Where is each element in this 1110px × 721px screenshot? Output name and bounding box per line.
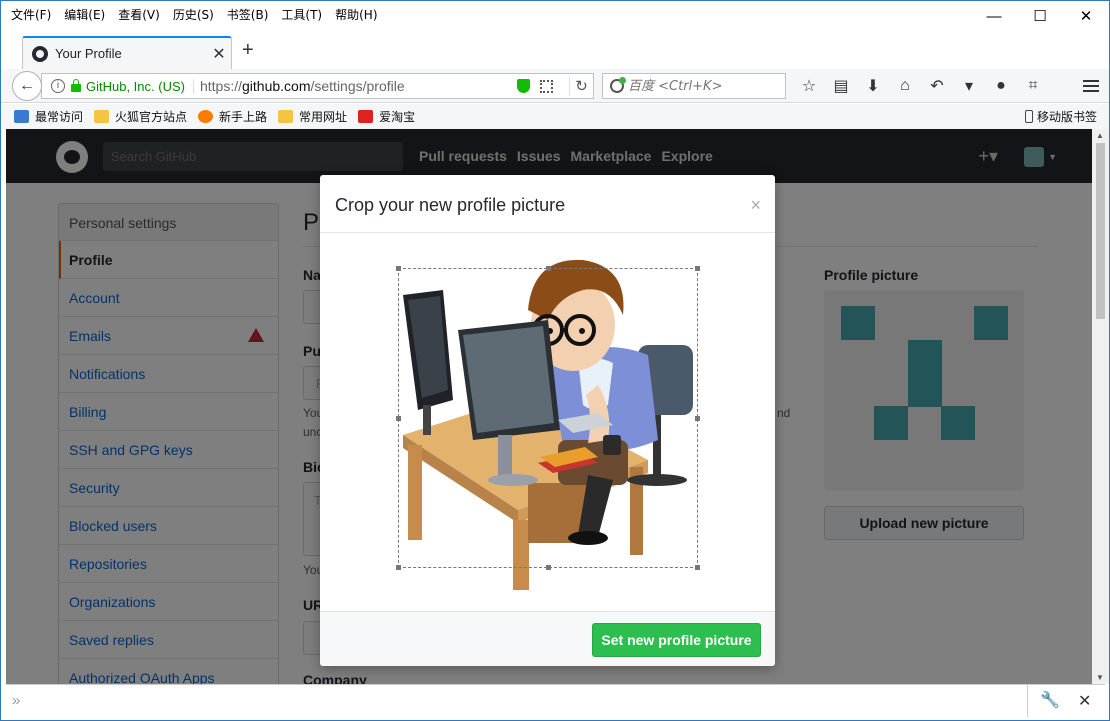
lock-icon — [71, 79, 81, 92]
vertical-scrollbar[interactable]: ▲ ▼ — [1092, 129, 1109, 684]
dropdown-chevron-icon[interactable]: ▾ — [953, 76, 985, 96]
crop-selection-box[interactable] — [396, 266, 700, 570]
crop-dialog: Crop your new profile picture × Set new … — [320, 175, 775, 666]
set-profile-picture-button[interactable]: Set new profile picture — [592, 623, 761, 657]
wrench-icon[interactable]: 🔧 — [1040, 690, 1060, 710]
bookmark-item[interactable]: 最常访问 — [14, 108, 83, 125]
crop-handle[interactable] — [695, 266, 700, 271]
taobao-icon — [358, 110, 374, 123]
phone-icon — [1024, 110, 1033, 123]
bookmark-item[interactable]: 常用网址 — [278, 108, 347, 125]
scroll-down-icon[interactable]: ▼ — [1096, 673, 1104, 682]
new-tab-button[interactable]: + — [242, 39, 254, 62]
divider — [1027, 685, 1028, 717]
qr-code-icon[interactable] — [540, 79, 553, 93]
dialog-title: Crop your new profile picture — [335, 195, 566, 215]
menu-help[interactable]: 帮助(H) — [335, 6, 377, 23]
crop-handle[interactable] — [396, 565, 401, 570]
close-icon[interactable]: ✕ — [1078, 691, 1091, 711]
shield-icon[interactable] — [517, 79, 530, 93]
tab-strip: Your Profile ✕ + — [1, 27, 1109, 69]
reading-list-icon[interactable]: ▤ — [825, 76, 857, 96]
github-favicon-icon — [32, 45, 48, 62]
menu-history[interactable]: 历史(S) — [173, 6, 214, 23]
crop-handle[interactable] — [546, 266, 551, 271]
search-bar[interactable] — [602, 73, 786, 99]
menu-bookmarks[interactable]: 书签(B) — [227, 6, 269, 23]
menu-file[interactable]: 文件(F) — [11, 6, 51, 23]
search-engine-icon — [610, 77, 626, 93]
developer-toolbar: » 🔧 ✕ — [6, 684, 1105, 717]
bookmark-item[interactable]: 火狐官方站点 — [94, 108, 187, 125]
dialog-header: Crop your new profile picture × — [320, 175, 775, 233]
menu-edit[interactable]: 编辑(E) — [64, 6, 105, 23]
menu-tools[interactable]: 工具(T) — [281, 6, 322, 23]
search-input[interactable] — [628, 78, 778, 94]
folder-icon — [278, 110, 294, 123]
tab-close-icon[interactable]: ✕ — [207, 44, 231, 64]
crop-handle[interactable] — [546, 565, 551, 570]
menu-bar: 文件(F) 编辑(E) 查看(V) 历史(S) 书签(B) 工具(T) 帮助(H… — [1, 1, 1109, 27]
reload-icon[interactable]: ↻ — [569, 77, 593, 95]
tab-your-profile[interactable]: Your Profile ✕ — [22, 36, 232, 69]
crop-handle[interactable] — [396, 266, 401, 271]
firefox-icon — [198, 110, 214, 123]
crop-handle[interactable] — [695, 565, 700, 570]
crop-handle[interactable] — [396, 416, 401, 421]
screenshot-crop-icon[interactable]: ⌗ — [1017, 77, 1049, 95]
navigation-bar: i GitHub, Inc. (US) https://github.com/s… — [1, 69, 1109, 103]
scroll-up-icon[interactable]: ▲ — [1096, 131, 1104, 140]
dialog-footer: Set new profile picture — [320, 611, 775, 666]
hamburger-menu-icon[interactable] — [1083, 77, 1099, 93]
menu-view[interactable]: 查看(V) — [118, 6, 160, 23]
scrollbar-thumb[interactable] — [1096, 143, 1105, 319]
chat-icon[interactable]: ● — [985, 77, 1017, 95]
download-icon[interactable]: ⬇ — [857, 76, 889, 96]
info-icon[interactable]: i — [51, 79, 65, 93]
most-visited-icon — [14, 110, 29, 123]
url-bar[interactable]: i GitHub, Inc. (US) https://github.com/s… — [41, 73, 594, 99]
bookmark-item[interactable]: 新手上路 — [198, 108, 267, 125]
bookmark-item[interactable]: 爱淘宝 — [358, 108, 415, 125]
mobile-bookmarks[interactable]: 移动版书签 — [1024, 108, 1097, 125]
browser-window: 文件(F) 编辑(E) 查看(V) 历史(S) 书签(B) 工具(T) 帮助(H… — [0, 0, 1110, 721]
undo-icon[interactable]: ↶ — [921, 76, 953, 96]
tab-title: Your Profile — [55, 46, 122, 61]
bookmarks-toolbar: 最常访问 火狐官方站点 新手上路 常用网址 爱淘宝 移动版书签 — [1, 104, 1109, 129]
star-bookmark-icon[interactable]: ☆ — [793, 76, 825, 96]
url-text[interactable]: https://github.com/settings/profile — [200, 78, 517, 94]
back-button[interactable]: ← — [12, 71, 42, 101]
crop-handle[interactable] — [695, 416, 700, 421]
site-identity[interactable]: GitHub, Inc. (US) — [86, 78, 194, 94]
home-icon[interactable]: ⌂ — [889, 77, 921, 95]
web-page: Pull requests Issues Marketplace Explore… — [6, 129, 1105, 684]
folder-icon — [94, 110, 110, 123]
close-icon[interactable]: × — [750, 195, 761, 216]
chevron-right-icon[interactable]: » — [12, 692, 20, 709]
